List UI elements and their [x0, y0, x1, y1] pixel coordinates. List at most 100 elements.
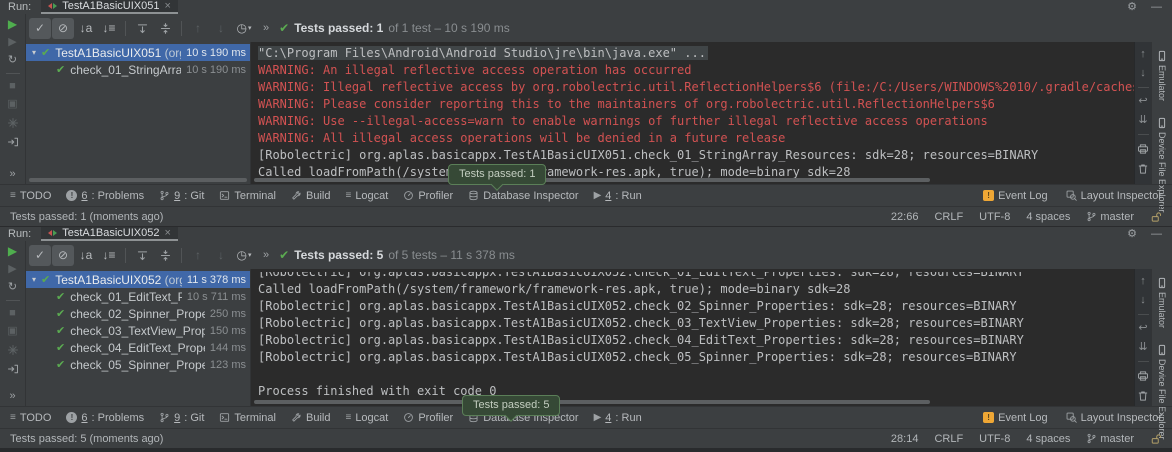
clear-all-icon[interactable] [1137, 163, 1149, 175]
scroll-to-end-icon[interactable]: ⇊ [1138, 115, 1147, 126]
more-actions-icon[interactable]: » [9, 390, 15, 402]
test-toolbar: ✓ ⊘ ↓a ↓≡ ↑ ↓ ◷▾ » ✔ Tests passed: 1 of … [26, 14, 1172, 42]
rerun-icon[interactable]: ▶ [8, 245, 17, 257]
divider [6, 73, 20, 74]
winbar-profiler[interactable]: Profiler [403, 190, 453, 202]
more-toolbar-icon[interactable]: » [263, 22, 269, 34]
caret-position[interactable]: 28:14 [891, 433, 919, 445]
expand-all-button[interactable] [131, 245, 153, 266]
sort-alphabetically-button[interactable]: ↓a [75, 18, 97, 39]
test-case-row[interactable]: ✔ check_02_Spinner_Properties 250 ms [26, 305, 250, 322]
clear-all-icon[interactable] [1137, 390, 1149, 402]
scroll-down-icon[interactable]: ↓ [1140, 295, 1146, 306]
toggle-auto-test-icon[interactable]: ↻ [8, 55, 17, 66]
unlocked-padlock-icon[interactable] [1150, 211, 1162, 223]
line-separator[interactable]: CRLF [934, 211, 963, 223]
winbar-database-inspector[interactable]: Database Inspector [468, 190, 578, 202]
test-tree[interactable]: ▾ ✔ TestA1BasicUIX051 (org.aplas.basica … [26, 42, 250, 184]
winbar-git[interactable]: 9: Git [159, 412, 204, 424]
scroll-to-end-icon[interactable]: ⇊ [1138, 342, 1147, 353]
console-output[interactable]: "C:\Program Files\Android\Android Studio… [250, 42, 1134, 184]
indent-setting[interactable]: 4 spaces [1026, 433, 1070, 445]
winbar-run[interactable]: ▶4: Run [594, 412, 642, 424]
scroll-down-icon[interactable]: ↓ [1140, 68, 1146, 79]
close-icon[interactable]: × [164, 228, 170, 239]
import-test-results-icon[interactable] [7, 363, 19, 375]
console-output[interactable]: [Robolectric] org.aplas.basicappx.TestA1… [250, 269, 1134, 406]
more-actions-icon[interactable]: » [9, 168, 15, 180]
import-test-results-icon[interactable] [7, 136, 19, 148]
show-passed-toggle[interactable]: ✓ [29, 18, 51, 39]
test-case-row[interactable]: ✔ check_01_EditText_Properties 10 s 711 … [26, 288, 250, 305]
winbar-logcat[interactable]: ≡Logcat [345, 412, 388, 424]
winbar-run[interactable]: ▶4: Run [594, 190, 642, 202]
horizontal-scrollbar[interactable] [254, 400, 930, 404]
test-case-row[interactable]: ✔ check_01_StringArray_Resources 10 s 19… [26, 61, 250, 78]
test-case-row[interactable]: ✔ check_03_TextView_Properties 150 ms [26, 322, 250, 339]
expand-all-button[interactable] [131, 18, 153, 39]
winbar-todo[interactable]: ≡TODO [10, 190, 51, 202]
winbar-layout-inspector[interactable]: Layout Inspector [1066, 190, 1162, 202]
winbar-layout-inspector[interactable]: Layout Inspector [1066, 412, 1162, 424]
close-icon[interactable]: × [164, 1, 170, 12]
sort-alphabetically-button[interactable]: ↓a [75, 245, 97, 266]
file-encoding[interactable]: UTF-8 [979, 211, 1010, 223]
winbar-terminal[interactable]: Terminal [219, 190, 276, 202]
winbar-todo[interactable]: ≡TODO [10, 412, 51, 424]
run-tab[interactable]: TestA1BasicUIX051 × [41, 0, 178, 14]
collapse-all-button[interactable] [154, 18, 176, 39]
test-suite-row[interactable]: ▾ ✔ TestA1BasicUIX052 (org.aplas.basica … [26, 271, 250, 288]
test-history-button[interactable]: ◷▾ [233, 245, 255, 266]
tool-stripe-emulator[interactable]: Emulator [1156, 277, 1168, 328]
horizontal-scrollbar[interactable] [254, 178, 930, 182]
winbar-logcat[interactable]: ≡Logcat [345, 190, 388, 202]
print-icon[interactable] [1137, 143, 1149, 155]
horizontal-scrollbar[interactable] [29, 178, 247, 182]
file-encoding[interactable]: UTF-8 [979, 433, 1010, 445]
winbar-profiler[interactable]: Profiler [403, 412, 453, 424]
run-tab[interactable]: TestA1BasicUIX052 × [41, 227, 178, 241]
sort-by-duration-button[interactable]: ↓≡ [98, 245, 120, 266]
hide-icon[interactable]: — [1151, 229, 1162, 240]
show-passed-toggle[interactable]: ✓ [29, 245, 51, 266]
soft-wrap-icon[interactable]: ↩ [1138, 323, 1147, 334]
scroll-up-icon[interactable]: ↑ [1140, 49, 1146, 60]
test-history-button[interactable]: ◷▾ [233, 18, 255, 39]
show-ignored-toggle[interactable]: ⊘ [52, 245, 74, 266]
test-suite-row[interactable]: ▾ ✔ TestA1BasicUIX051 (org.aplas.basica … [26, 44, 250, 61]
git-branch-widget[interactable]: master [1086, 211, 1134, 223]
chevron-down-icon[interactable]: ▾ [32, 275, 36, 284]
show-ignored-toggle[interactable]: ⊘ [52, 18, 74, 39]
winbar-terminal[interactable]: Terminal [219, 412, 276, 424]
winbar-event-log[interactable]: !Event Log [983, 412, 1048, 424]
gear-icon[interactable]: ⚙ [1127, 2, 1137, 13]
scroll-up-icon[interactable]: ↑ [1140, 276, 1146, 287]
chevron-down-icon[interactable]: ▾ [32, 48, 36, 57]
test-tree[interactable]: ▾ ✔ TestA1BasicUIX052 (org.aplas.basica … [26, 269, 250, 406]
winbar-problems[interactable]: !6: Problems [66, 190, 144, 202]
collapse-all-button[interactable] [154, 245, 176, 266]
indent-setting[interactable]: 4 spaces [1026, 211, 1070, 223]
unlocked-padlock-icon[interactable] [1150, 433, 1162, 445]
winbar-git[interactable]: 9: Git [159, 190, 204, 202]
caret-position[interactable]: 22:66 [891, 211, 919, 223]
winbar-event-log[interactable]: !Event Log [983, 190, 1048, 202]
tool-stripe-emulator[interactable]: Emulator [1156, 50, 1168, 101]
git-branch-widget[interactable]: master [1086, 433, 1134, 445]
rerun-icon[interactable]: ▶ [8, 18, 17, 30]
line-separator[interactable]: CRLF [934, 433, 963, 445]
winbar-problems[interactable]: !6: Problems [66, 412, 144, 424]
more-toolbar-icon[interactable]: » [263, 249, 269, 261]
hide-icon[interactable]: — [1151, 2, 1162, 13]
test-case-row[interactable]: ✔ check_05_Spinner_Properties 123 ms [26, 356, 250, 373]
print-icon[interactable] [1137, 370, 1149, 382]
gear-icon[interactable]: ⚙ [1127, 229, 1137, 240]
toggle-auto-test-icon[interactable]: ↻ [8, 282, 17, 293]
stop-icon: ■ [9, 81, 16, 92]
test-passed-icon: ✔ [56, 341, 65, 354]
sort-by-duration-button[interactable]: ↓≡ [98, 18, 120, 39]
test-case-row[interactable]: ✔ check_04_EditText_Properties 144 ms [26, 339, 250, 356]
winbar-build[interactable]: Build [291, 412, 330, 424]
winbar-build[interactable]: Build [291, 190, 330, 202]
soft-wrap-icon[interactable]: ↩ [1138, 96, 1147, 107]
